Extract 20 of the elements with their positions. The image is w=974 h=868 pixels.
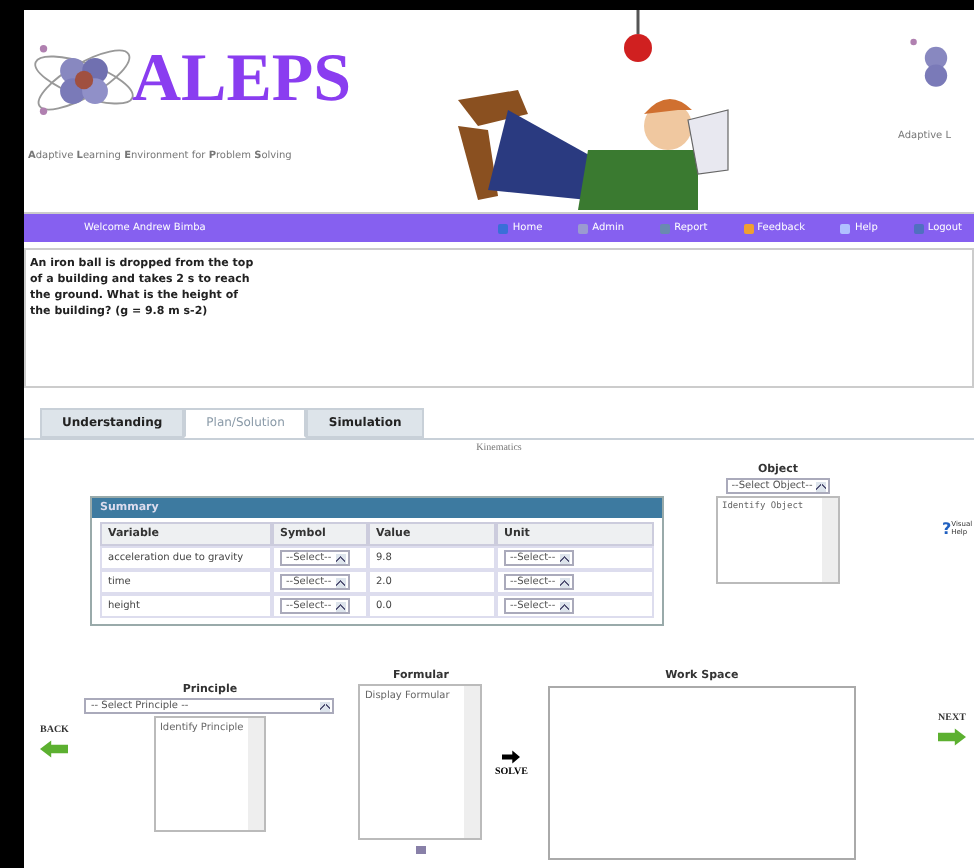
nav-icon xyxy=(743,223,754,233)
dropdown-icon xyxy=(559,577,570,587)
right-arrow-icon xyxy=(938,728,966,746)
nav-icon xyxy=(578,223,589,233)
dropdown-icon xyxy=(320,701,331,711)
logo-title: ALEPS xyxy=(132,42,352,118)
workspace-field[interactable] xyxy=(547,686,856,860)
nav-icon xyxy=(913,223,924,233)
dropdown-icon xyxy=(559,601,570,611)
dropdown-icon xyxy=(816,481,827,491)
left-arrow-icon xyxy=(40,740,69,758)
dropdown-icon xyxy=(335,553,346,563)
help-icon: ? xyxy=(942,520,952,538)
nav-icon xyxy=(660,223,671,233)
dropdown-icon xyxy=(335,601,346,611)
nav-icon xyxy=(840,223,851,233)
dropdown-icon xyxy=(335,577,346,587)
right-arrow-icon xyxy=(502,750,521,764)
dropdown-icon xyxy=(559,553,570,563)
nav-icon xyxy=(498,223,509,233)
